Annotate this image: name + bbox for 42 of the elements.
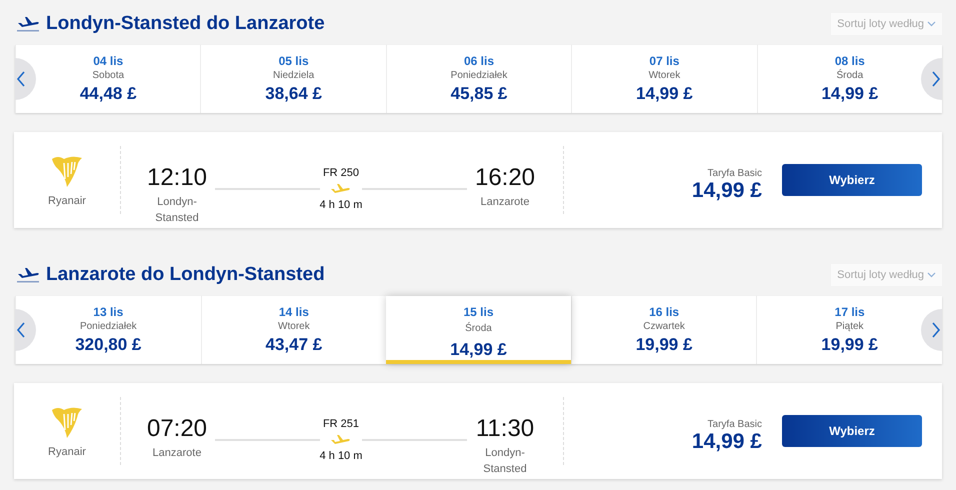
- plane-icon: [330, 183, 352, 195]
- chevron-right-icon: [931, 322, 941, 338]
- flight-number: FR 251: [322, 418, 360, 430]
- date-tab[interactable]: 04 lis Sobota 44,48 £: [15, 45, 200, 113]
- fare-label: Taryfa Basic: [708, 168, 762, 178]
- arrival-city: Lanzarote: [480, 195, 530, 210]
- fare-price: 14,99 £: [692, 178, 762, 202]
- departure-time: 07:20: [146, 415, 208, 443]
- chevron-right-icon: [931, 71, 941, 87]
- date-tab[interactable]: 07 lis Wtorek 14,99 £: [571, 45, 757, 113]
- chevron-left-icon: [16, 322, 26, 338]
- date-tab[interactable]: 16 lis Czwartek 19,99 £: [570, 296, 756, 364]
- plane-icon: [16, 15, 40, 33]
- plane-icon: [330, 434, 352, 446]
- date-tab[interactable]: 08 lis Środa 14,99 £: [756, 45, 942, 113]
- flight-duration: 4 h 10 m: [320, 450, 362, 462]
- route-title: Lanzarote do Londyn-Stansted: [46, 264, 326, 286]
- departure-time: 12:10: [146, 164, 208, 192]
- select-button[interactable]: Wybierz: [782, 415, 922, 447]
- arrival-time: 11:30: [476, 415, 534, 443]
- date-tab[interactable]: 06 lis Poniedziałek 45,85 £: [386, 45, 572, 113]
- select-button[interactable]: Wybierz: [782, 164, 922, 196]
- date-tab[interactable]: 17 lis Piątek 19,99 £: [756, 296, 942, 364]
- chevron-down-icon: [927, 272, 936, 278]
- chevron-down-icon: [927, 21, 936, 27]
- fare-label: Taryfa Basic: [708, 418, 762, 430]
- date-tab[interactable]: 05 lis Niedziela 38,64 £: [200, 45, 386, 113]
- chevron-left-icon: [16, 71, 26, 87]
- flight-number: FR 250: [322, 167, 360, 179]
- date-tab[interactable]: 14 lis Wtorek 43,47 £: [200, 296, 386, 364]
- plane-icon: [16, 266, 40, 284]
- flight-duration: 4 h 10 m: [320, 199, 362, 211]
- arrival-time: 16:20: [474, 164, 536, 192]
- airline-name: Ryanair: [48, 446, 86, 458]
- date-tab[interactable]: 13 lis Poniedziałek 320,80 £: [15, 296, 201, 364]
- arrival-city: Londyn-Stansted: [482, 446, 528, 477]
- departure-city: Lanzarote: [152, 446, 202, 461]
- departure-city: Londyn-Stansted: [154, 195, 200, 226]
- fare-price: 14,99 £: [692, 430, 762, 454]
- route-title: Londyn-Stansted do Lanzarote: [46, 13, 326, 35]
- date-tab[interactable]: 15 lis Środa 14,99 £: [386, 296, 571, 364]
- airline-name: Ryanair: [48, 195, 86, 207]
